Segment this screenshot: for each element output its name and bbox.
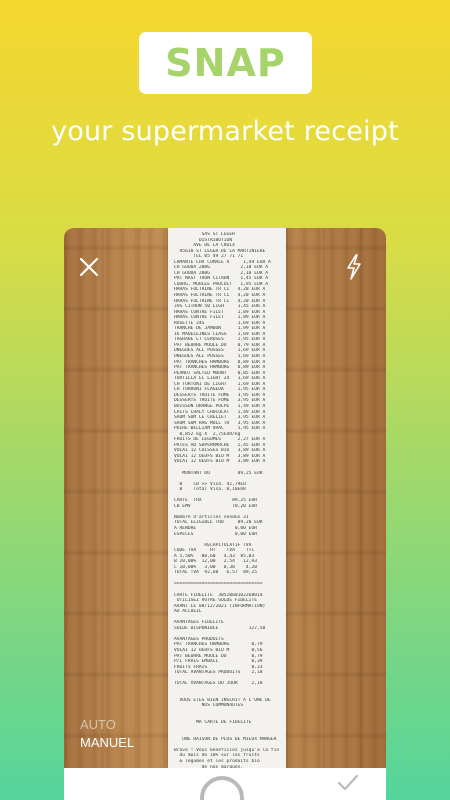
receipt-line: UNE RAISON DE PLUS DE MIEUX MANGER	[174, 736, 277, 742]
mode-manual-option[interactable]: MANUEL	[80, 734, 134, 752]
shutter-button[interactable]	[200, 776, 244, 800]
close-icon[interactable]	[76, 254, 102, 280]
camera-bottom-bar	[64, 768, 386, 800]
page-subtitle: your supermarket receipt	[51, 116, 399, 147]
mode-auto-option[interactable]: AUTO	[80, 716, 134, 734]
flash-icon[interactable]	[341, 254, 367, 280]
receipt-line: FRUITS DE LEGUMES 2,27 EUR A	[174, 437, 266, 443]
camera-preview: SAS ST LEGER DISTRIBUTION AVE DE LA CROI…	[64, 228, 386, 800]
receipt-line: POIRE WILLIAM VRAC 1,95 EUR A	[174, 426, 266, 432]
receipt-line: JUS CITRON 50 LIGH 1,45 EUR A	[174, 304, 266, 310]
receipt-line: HARAS FOLTRINE TR CI 4,20 EUR A	[174, 293, 266, 299]
snap-title: SNAP	[165, 41, 286, 85]
receipt-line: HARAS CONTRE FILET 1,89 EUR A	[174, 315, 266, 321]
capture-mode-switch[interactable]: AUTO MANUEL	[80, 716, 134, 752]
receipt-line: BOISSON ORANGE PULPE 1,49 EUR A	[174, 403, 266, 409]
snap-badge: SNAP	[139, 32, 312, 94]
receipt-line: SOLDE DISPONIBLE 127,50	[174, 625, 266, 631]
receipt-photo: SAS ST LEGER DISTRIBUTION AVE DE LA CROI…	[168, 228, 286, 768]
receipt-line: TORTILLA EC LIGHT 24 1,69 EUR A	[174, 376, 266, 382]
receipt-line: CH GOUDA 200G 2,18 EUR A	[174, 265, 269, 271]
receipt-line: SAUM SOM LE CRELIET 3,95 EUR A	[174, 415, 266, 421]
receipt-line: VOLAI 12 OEUFS BIO M 3,89 EUR A	[174, 459, 266, 465]
receipt-line: PAT TRANCHES HAMBURG 0,89 EUR A	[174, 365, 266, 371]
receipt-line: ONEGUES ALL POSSES 1,69 EUR A	[174, 354, 266, 360]
check-icon[interactable]	[336, 773, 360, 793]
receipt-lines: SAS ST LEGER DISTRIBUTION AVE DE LA CROI…	[168, 228, 286, 768]
